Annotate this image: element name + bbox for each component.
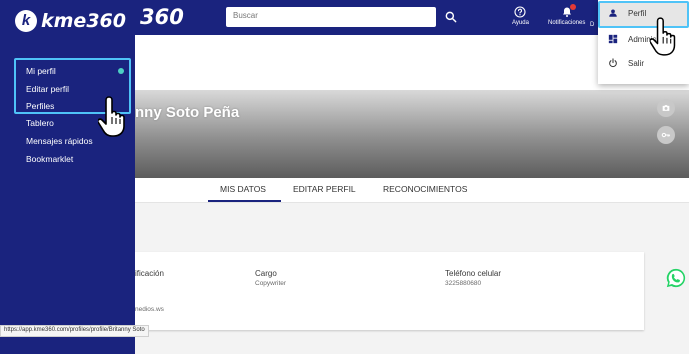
email-value: nedios.ws: [135, 306, 164, 313]
status-url: https://app.kme360.com/profiles/profile/…: [0, 325, 149, 337]
logo[interactable]: k kme360: [15, 10, 126, 32]
hand-cursor-icon: [650, 17, 676, 56]
profile-name: nny Soto Peña: [135, 104, 240, 121]
active-tab-indicator: [208, 200, 281, 202]
help-label: Ayuda: [512, 20, 529, 26]
search-input[interactable]: Buscar: [226, 7, 436, 27]
logo-text: kme360: [41, 10, 126, 32]
hand-cursor-icon: [98, 96, 125, 137]
telefono-label: Teléfono celular: [445, 269, 502, 278]
profile-info-card: ificación nedios.ws Cargo Copywriter Tel…: [135, 252, 644, 330]
change-photo-button[interactable]: [657, 99, 675, 117]
logo-mark-icon: k: [15, 10, 37, 32]
notifications-label: Notificaciones: [548, 20, 586, 26]
notifications-button[interactable]: Notificaciones: [548, 4, 586, 26]
power-icon: [609, 58, 617, 68]
search-icon[interactable]: [444, 10, 458, 24]
key-icon: [661, 132, 670, 138]
dashboard-icon: [608, 34, 618, 44]
identification-label: ificación: [135, 269, 164, 278]
cargo-value: Copywriter: [255, 280, 287, 287]
sidebar-item-mensajes-rapidos[interactable]: Mensajes rápidos: [26, 136, 93, 146]
sidebar-item-bookmarklet[interactable]: Bookmarklet: [26, 154, 73, 164]
menu-item-salir[interactable]: Salir: [608, 58, 644, 68]
sidebar-item-tablero[interactable]: Tablero: [26, 118, 54, 128]
logo-text-partial: 360: [140, 5, 184, 29]
telefono-value: 3225880680: [445, 280, 482, 287]
tab-editar-perfil[interactable]: EDITAR PERFIL: [293, 184, 356, 194]
camera-icon: [662, 105, 670, 111]
tab-reconocimientos[interactable]: RECONOCIMIENTOS: [383, 184, 467, 194]
help-icon: [514, 6, 527, 18]
change-password-button[interactable]: [657, 126, 675, 144]
menu-label-salir: Salir: [628, 58, 645, 68]
sidebar: k kme360 Mi perfil Editar perfil Perfile…: [0, 0, 135, 354]
help-button[interactable]: Ayuda: [512, 6, 529, 26]
notification-badge: [570, 4, 577, 10]
cargo-label: Cargo: [255, 269, 277, 278]
whatsapp-icon[interactable]: [665, 267, 687, 289]
truncated-label: D: [590, 22, 595, 28]
tab-mis-datos[interactable]: MIS DATOS: [220, 184, 266, 194]
